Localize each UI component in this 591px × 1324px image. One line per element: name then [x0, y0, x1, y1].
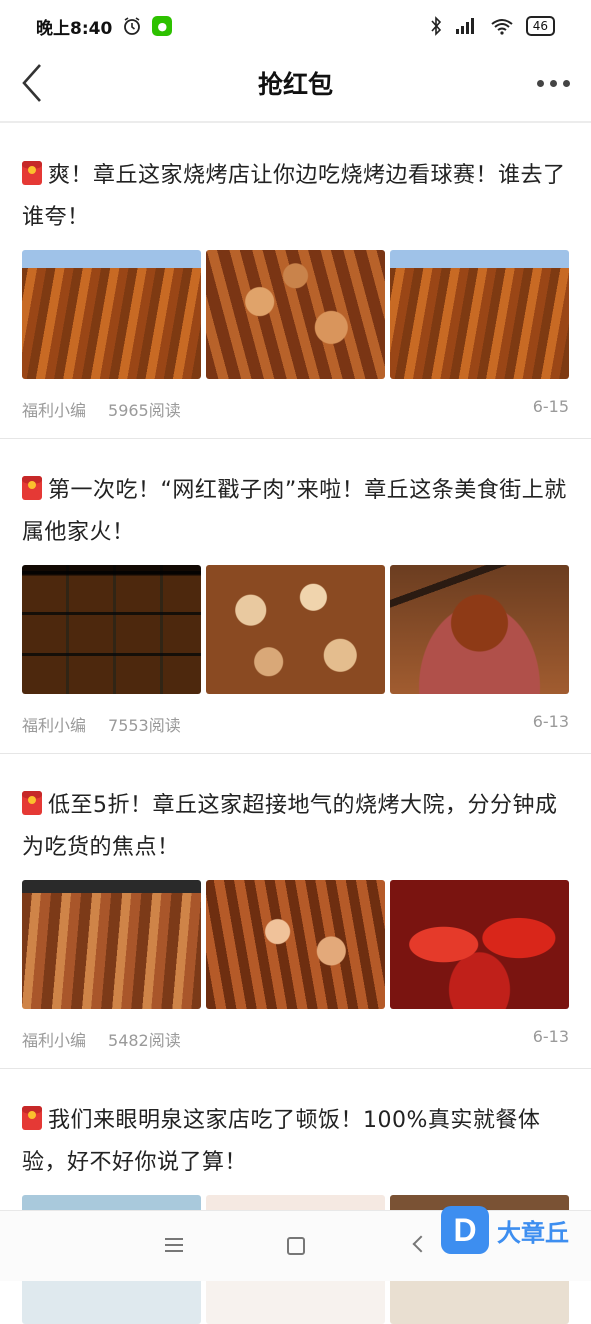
more-button[interactable] — [533, 70, 573, 96]
redpack-icon — [22, 791, 42, 815]
status-bar: 晚上8:40 ● 46 — [0, 0, 591, 52]
page-title: 抢红包 — [257, 70, 333, 99]
article-thumbnail[interactable] — [206, 880, 385, 1009]
alarm-icon — [124, 17, 141, 35]
article-title[interactable]: 第一次吃！“网红戳子肉”来啦！章丘这条美食街上就属他家火！ — [22, 470, 569, 554]
battery-level: 46 — [532, 19, 548, 33]
redpack-icon — [22, 476, 42, 500]
article-item[interactable]: 低至5折！章丘这家超接地气的烧烤大院，分分钟成为吃货的焦点！ 福利小编 5482… — [0, 754, 591, 1069]
article-thumbnail[interactable] — [22, 250, 201, 379]
article-meta: 福利小编 5482阅读 6-13 — [22, 1027, 569, 1051]
watermark: D 大章丘 — [441, 1206, 569, 1254]
battery-icon: 46 — [525, 16, 555, 36]
wifi-icon — [491, 19, 513, 35]
article-reads: 5965阅读 — [108, 401, 181, 420]
article-thumbnail[interactable] — [390, 250, 569, 379]
nav-bar: 抢红包 — [0, 52, 591, 114]
status-left: 晚上8:40 ● — [36, 14, 173, 39]
article-author: 福利小编 — [22, 1031, 87, 1050]
article-date: 6-13 — [532, 712, 569, 731]
article-title[interactable]: 爽！章丘这家烧烤店让你边吃烧烤边看球赛！谁去了谁夸！ — [22, 155, 569, 239]
article-meta: 福利小编 5965阅读 6-15 — [22, 397, 569, 421]
menu-icon[interactable] — [165, 1238, 183, 1252]
nav-divider — [0, 121, 591, 123]
article-thumbnail[interactable] — [22, 565, 201, 694]
back-button[interactable] — [14, 60, 50, 106]
article-reads: 5482阅读 — [108, 1031, 181, 1050]
nav-back-icon[interactable] — [412, 1235, 430, 1253]
article-thumbnail[interactable] — [390, 565, 569, 694]
more-icon — [536, 79, 544, 87]
article-reads: 7553阅读 — [108, 716, 181, 735]
article-date: 6-15 — [532, 397, 569, 416]
article-item[interactable]: 爽！章丘这家烧烤店让你边吃烧烤边看球赛！谁去了谁夸！ 福利小编 5965阅读 6… — [0, 124, 591, 439]
article-thumbnail[interactable] — [206, 250, 385, 379]
article-thumbnail[interactable] — [206, 565, 385, 694]
redpack-icon — [22, 1106, 42, 1130]
article-thumbnail[interactable] — [22, 880, 201, 1009]
thumbnail-row — [22, 880, 569, 1009]
back-icon — [22, 64, 41, 102]
watermark-text: 大章丘 — [497, 1218, 569, 1247]
thumbnail-row — [22, 565, 569, 694]
article-author: 福利小编 — [22, 716, 87, 735]
article-author: 福利小编 — [22, 401, 87, 420]
article-title[interactable]: 我们来眼明泉这家店吃了顿饭！100%真实就餐体验，好不好你说了算！ — [22, 1100, 569, 1184]
article-item[interactable]: 我们来眼明泉这家店吃了顿饭！100%真实就餐体验，好不好你说了算！ — [0, 1069, 591, 1324]
wechat-icon: ● — [152, 16, 173, 36]
redpack-icon — [22, 161, 42, 185]
status-right: 46 — [430, 16, 555, 36]
bluetooth-icon — [431, 16, 441, 36]
article-date: 6-13 — [532, 1027, 569, 1046]
article-thumbnail[interactable] — [390, 880, 569, 1009]
article-title[interactable]: 低至5折！章丘这家超接地气的烧烤大院，分分钟成为吃货的焦点！ — [22, 785, 569, 869]
status-time: 晚上8:40 — [36, 18, 113, 39]
thumbnail-row — [22, 250, 569, 379]
article-meta: 福利小编 7553阅读 6-13 — [22, 712, 569, 736]
home-icon[interactable] — [287, 1237, 305, 1255]
watermark-logo: D — [441, 1206, 489, 1254]
article-item[interactable]: 第一次吃！“网红戳子肉”来啦！章丘这条美食街上就属他家火！ 福利小编 7553阅… — [0, 439, 591, 754]
signal-icon — [455, 18, 474, 34]
